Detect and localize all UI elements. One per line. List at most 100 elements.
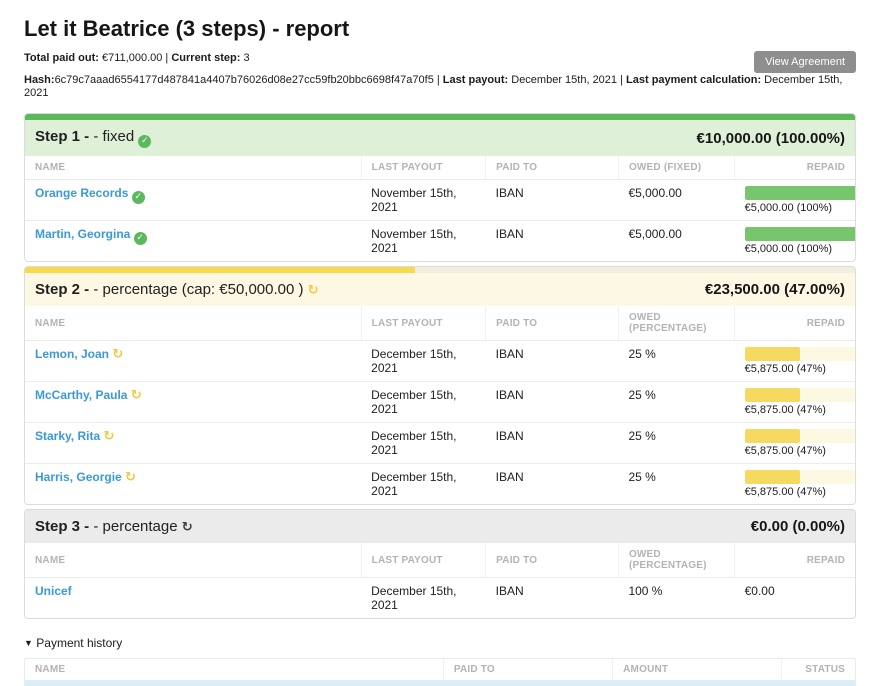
last-payout-cell: December 15th, 2021 <box>361 464 486 505</box>
col-repaid: REPAID <box>735 306 855 341</box>
repaid-amount: €5,875.00 (47%) <box>745 486 856 498</box>
repaid-cell: €5,875.00 (47%) <box>735 382 855 423</box>
date-group-row: November 1st, 2021 <box>25 681 855 686</box>
last-payout-cell: December 15th, 2021 <box>361 423 486 464</box>
hash-line: Hash:6c79c7aaad6554177d487841a4407b76026… <box>24 74 856 100</box>
owed-cell: 25 % <box>618 341 734 382</box>
owed-cell: €5,000.00 <box>618 221 734 262</box>
repaid-bar: €5,875.00 (47%) <box>745 347 856 375</box>
repaid-bar: €5,000.00 (100%) <box>745 227 856 255</box>
step-title: Step 3 - - percentage ↻ <box>35 518 193 535</box>
step-table: NAME LAST PAYOUT PAID TO OWED (PERCENTAG… <box>25 543 855 618</box>
view-agreement-button[interactable]: View Agreement <box>754 51 856 73</box>
step-table-header: NAME LAST PAYOUT PAID TO OWED (FIXED) RE… <box>25 156 855 180</box>
repaid-cell: €5,000.00 (100%) <box>735 221 855 262</box>
col-paid-to: PAID TO <box>486 543 619 578</box>
step-row: McCarthy, Paula ↻December 15th, 2021IBAN… <box>25 382 855 423</box>
col-last-payout: LAST PAYOUT <box>361 156 486 180</box>
step-row: Lemon, Joan ↻December 15th, 2021IBAN25 %… <box>25 341 855 382</box>
owed-cell: 100 % <box>618 578 734 619</box>
step-header: Step 3 - - percentage ↻ €0.00 (0.00%) <box>25 510 855 543</box>
payment-history-toggle[interactable]: ▼ Payment history <box>24 636 856 650</box>
payment-history-header: NAME PAID TO AMOUNT STATUS <box>25 659 855 681</box>
step-title: Step 1 - - fixed ✓ <box>35 128 151 148</box>
step-title-bold: Step 2 - <box>35 281 89 298</box>
check-circle-icon: ✓ <box>132 191 145 204</box>
recipient-link[interactable]: McCarthy, Paula <box>35 388 127 402</box>
col-paid-to: PAID TO <box>486 306 619 341</box>
paid-to-cell: IBAN <box>486 382 619 423</box>
repaid-amount: €5,875.00 (47%) <box>745 445 856 457</box>
name-cell: Lemon, Joan ↻ <box>25 341 361 382</box>
recipient-link[interactable]: Starky, Rita <box>35 429 100 443</box>
step-row: Orange Records ✓November 15th, 2021IBAN€… <box>25 180 855 221</box>
payment-history-title: Payment history <box>36 636 122 650</box>
step-row: Martin, Georgina ✓November 15th, 2021IBA… <box>25 221 855 262</box>
step-title-rest: - fixed <box>93 128 134 145</box>
step-title-rest: - percentage (cap: €50,000.00 ) <box>93 281 303 298</box>
payment-history-rows: November 1st, 2021Orange RecordsIBAN€2,5… <box>25 681 855 686</box>
owed-cell: 25 % <box>618 423 734 464</box>
repaid-amount: €5,000.00 (100%) <box>745 243 856 255</box>
refresh-icon: ↻ <box>112 347 123 362</box>
refresh-icon: ↻ <box>182 520 193 535</box>
col-paid-to: PAID TO <box>486 156 619 180</box>
owed-cell: €5,000.00 <box>618 180 734 221</box>
step-table-header: NAME LAST PAYOUT PAID TO OWED (PERCENTAG… <box>25 306 855 341</box>
name-cell: Martin, Georgina ✓ <box>25 221 361 262</box>
step-2-card: Step 2 - - percentage (cap: €50,000.00 )… <box>24 266 856 505</box>
step-rows: Orange Records ✓November 15th, 2021IBAN€… <box>25 180 855 262</box>
step-table-header: NAME LAST PAYOUT PAID TO OWED (PERCENTAG… <box>25 543 855 578</box>
last-payout-cell: November 15th, 2021 <box>361 221 486 262</box>
step-1-card: Step 1 - - fixed ✓ €10,000.00 (100.00%) … <box>24 113 856 262</box>
col-amount: AMOUNT <box>613 659 782 681</box>
check-circle-icon: ✓ <box>134 232 147 245</box>
page-title: Let it Beatrice (3 steps) - report <box>24 16 856 42</box>
col-name: NAME <box>25 156 361 180</box>
col-owed: OWED (PERCENTAGE) <box>618 306 734 341</box>
step-title-bold: Step 1 - <box>35 128 89 145</box>
summary-line: Total paid out: €711,000.00 | Current st… <box>24 52 856 65</box>
recipient-link[interactable]: Martin, Georgina <box>35 227 130 241</box>
step-total: €23,500.00 (47.00%) <box>705 281 845 298</box>
recipient-link[interactable]: Unicef <box>35 584 72 598</box>
col-owed: OWED (FIXED) <box>618 156 734 180</box>
recipient-link[interactable]: Lemon, Joan <box>35 347 109 361</box>
summary-row: Total paid out: €711,000.00 | Current st… <box>24 52 856 66</box>
repaid-bar: €5,875.00 (47%) <box>745 429 856 457</box>
payment-history-section: NAME PAID TO AMOUNT STATUS November 1st,… <box>24 658 856 686</box>
name-cell: McCarthy, Paula ↻ <box>25 382 361 423</box>
step-total: €0.00 (0.00%) <box>751 518 845 535</box>
repaid-bar: €5,875.00 (47%) <box>745 470 856 498</box>
step-row: Starky, Rita ↻December 15th, 2021IBAN25 … <box>25 423 855 464</box>
last-payout-cell: December 15th, 2021 <box>361 578 486 619</box>
name-cell: Orange Records ✓ <box>25 180 361 221</box>
refresh-icon: ↻ <box>125 470 136 485</box>
collapse-triangle-icon: ▼ <box>24 638 33 648</box>
col-last-payout: LAST PAYOUT <box>361 543 486 578</box>
step-rows: Unicef December 15th, 2021IBAN100 %€0.00 <box>25 578 855 619</box>
step-row: Harris, Georgie ↻December 15th, 2021IBAN… <box>25 464 855 505</box>
owed-cell: 25 % <box>618 464 734 505</box>
step-header: Step 2 - - percentage (cap: €50,000.00 )… <box>25 273 855 306</box>
repaid-cell: €5,000.00 (100%) <box>735 180 855 221</box>
paid-to-cell: IBAN <box>486 578 619 619</box>
repaid-amount: €5,875.00 (47%) <box>745 404 856 416</box>
step-total: €10,000.00 (100.00%) <box>697 130 845 147</box>
last-payout-cell: December 15th, 2021 <box>361 341 486 382</box>
name-cell: Unicef <box>25 578 361 619</box>
recipient-link[interactable]: Harris, Georgie <box>35 470 122 484</box>
step-3-card: Step 3 - - percentage ↻ €0.00 (0.00%) NA… <box>24 509 856 619</box>
step-rows: Lemon, Joan ↻December 15th, 2021IBAN25 %… <box>25 341 855 505</box>
owed-cell: 25 % <box>618 382 734 423</box>
repaid-amount: €5,875.00 (47%) <box>745 363 856 375</box>
repaid-cell: €5,875.00 (47%) <box>735 464 855 505</box>
col-name: NAME <box>25 306 361 341</box>
col-last-payout: LAST PAYOUT <box>361 306 486 341</box>
col-paid-to: PAID TO <box>443 659 612 681</box>
refresh-icon: ↻ <box>308 283 319 298</box>
recipient-link[interactable]: Orange Records <box>35 186 128 200</box>
name-cell: Harris, Georgie ↻ <box>25 464 361 505</box>
paid-to-cell: IBAN <box>486 180 619 221</box>
repaid-cell: €5,875.00 (47%) <box>735 341 855 382</box>
